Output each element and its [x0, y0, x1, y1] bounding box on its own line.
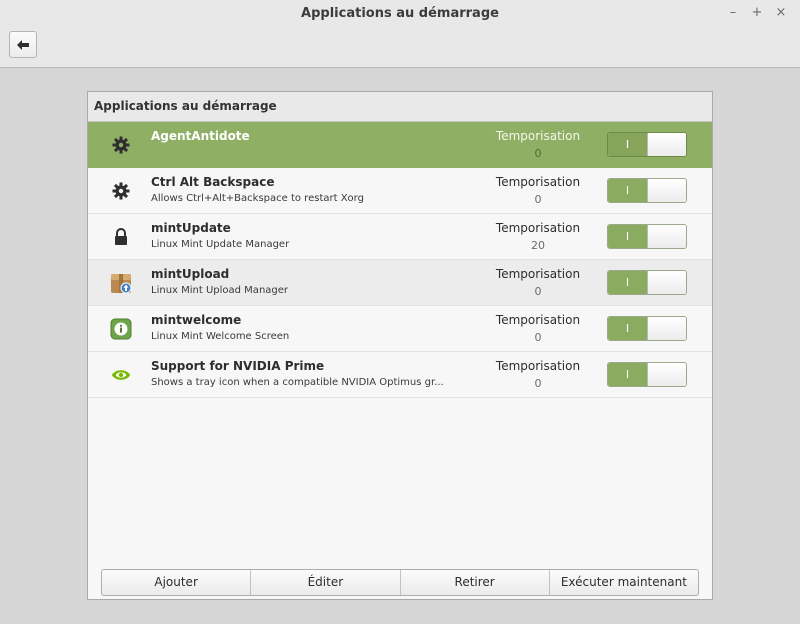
list-item-mintupdate[interactable]: mintUpdate Linux Mint Update Manager Tem… [88, 214, 712, 260]
switch-knob [646, 317, 686, 340]
switch-on-label: I [608, 133, 647, 156]
title-bar: Applications au démarrage – + × [0, 0, 800, 68]
back-arrow-icon [17, 39, 29, 50]
action-toolbar: Ajouter Éditer Retirer Exécuter maintena… [101, 569, 699, 596]
info-icon [110, 318, 132, 340]
upload-box-icon [110, 272, 132, 294]
nvidia-icon [110, 364, 132, 386]
app-description: Shows a tray icon when a compatible NVID… [151, 377, 444, 388]
app-name: mintUpload [151, 267, 230, 281]
list-item-ctrl-alt-backspace[interactable]: Ctrl Alt Backspace Allows Ctrl+Alt+Backs… [88, 168, 712, 214]
delay-label: Temporisation [495, 175, 581, 189]
delay-label: Temporisation [495, 221, 581, 235]
panel-header: Applications au démarrage [88, 92, 712, 122]
enable-switch[interactable]: I [607, 132, 687, 157]
app-name: AgentAntidote [151, 129, 250, 143]
switch-on-label: I [608, 179, 647, 202]
switch-on-label: I [608, 225, 647, 248]
remove-button[interactable]: Retirer [401, 570, 550, 595]
app-name: Support for NVIDIA Prime [151, 359, 325, 373]
back-button[interactable] [9, 31, 37, 58]
startup-apps-panel: Applications au démarrage AgentAntidote … [87, 91, 713, 600]
delay-value: 0 [534, 147, 542, 160]
run-now-button[interactable]: Exécuter maintenant [550, 570, 698, 595]
list-item-mintupload[interactable]: mintUpload Linux Mint Upload Manager Tem… [88, 260, 712, 306]
window-title: Applications au démarrage [301, 6, 499, 21]
app-description: Linux Mint Update Manager [151, 239, 290, 250]
app-name: mintUpdate [151, 221, 231, 235]
switch-on-label: I [608, 271, 647, 294]
switch-on-label: I [608, 363, 647, 386]
app-description: Allows Ctrl+Alt+Backspace to restart Xor… [151, 193, 364, 204]
gear-icon [110, 134, 132, 156]
switch-knob [646, 225, 686, 248]
gear-icon [110, 180, 132, 202]
app-name: mintwelcome [151, 313, 242, 327]
enable-switch[interactable]: I [607, 316, 687, 341]
switch-on-label: I [608, 317, 647, 340]
minimize-button[interactable]: – [724, 4, 742, 22]
switch-knob [646, 179, 686, 202]
enable-switch[interactable]: I [607, 362, 687, 387]
enable-switch[interactable]: I [607, 178, 687, 203]
app-description: Linux Mint Upload Manager [151, 285, 289, 296]
switch-knob [646, 133, 686, 156]
switch-knob [646, 363, 686, 386]
enable-switch[interactable]: I [607, 270, 687, 295]
delay-label: Temporisation [495, 267, 581, 281]
delay-value: 20 [531, 239, 545, 252]
window-controls: – + × [724, 4, 790, 22]
delay-value: 0 [534, 285, 542, 298]
close-button[interactable]: × [772, 4, 790, 22]
delay-label: Temporisation [495, 359, 581, 373]
delay-label: Temporisation [495, 129, 581, 143]
delay-value: 0 [534, 377, 542, 390]
list-item-mintwelcome[interactable]: mintwelcome Linux Mint Welcome Screen Te… [88, 306, 712, 352]
edit-button[interactable]: Éditer [251, 570, 401, 595]
startup-apps-list: AgentAntidote Temporisation 0 I Ctrl Alt… [88, 122, 712, 398]
enable-switch[interactable]: I [607, 224, 687, 249]
delay-value: 0 [534, 193, 542, 206]
switch-knob [646, 271, 686, 294]
app-description: Linux Mint Welcome Screen [151, 331, 290, 342]
lock-icon [110, 226, 132, 248]
list-item-agentantidote[interactable]: AgentAntidote Temporisation 0 I [88, 122, 712, 168]
add-button[interactable]: Ajouter [102, 570, 252, 595]
list-item-nvidia-prime[interactable]: Support for NVIDIA Prime Shows a tray ic… [88, 352, 712, 398]
app-name: Ctrl Alt Backspace [151, 175, 275, 189]
maximize-button[interactable]: + [748, 4, 766, 22]
delay-label: Temporisation [495, 313, 581, 327]
delay-value: 0 [534, 331, 542, 344]
